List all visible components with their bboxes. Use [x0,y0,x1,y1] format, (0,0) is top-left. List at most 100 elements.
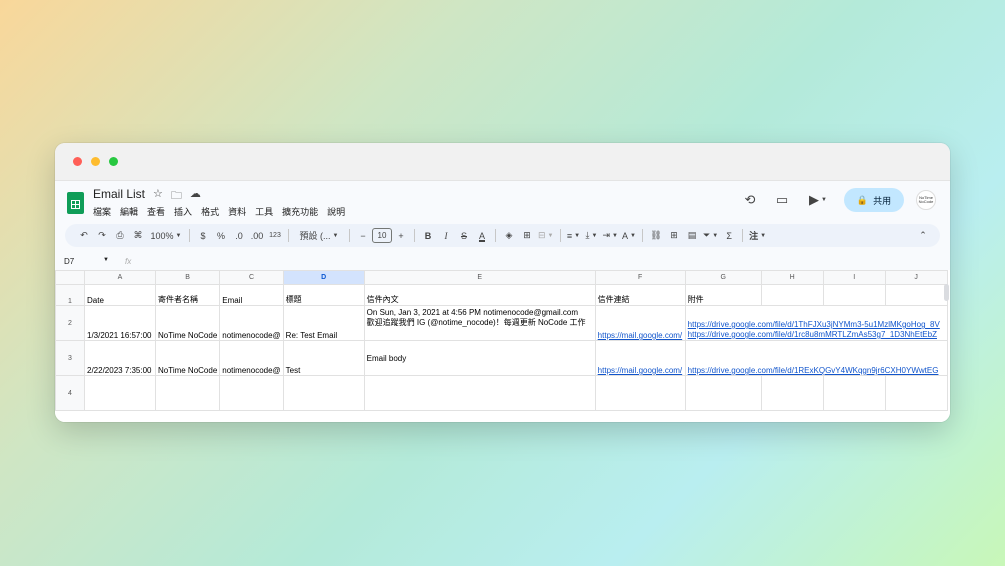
cell[interactable]: 2/22/2023 7:35:00 [84,340,156,376]
column-header-h[interactable]: H [760,270,824,285]
move-folder-icon[interactable]: 🗀 [171,187,182,206]
cell[interactable]: Email [219,284,284,306]
cell[interactable]: Test [282,340,365,376]
star-icon[interactable]: ☆ [153,187,163,206]
history-icon[interactable]: ⟲ [740,190,760,210]
spreadsheet-grid[interactable]: A B C D E F G H I J 1 Date 寄件者名稱 Email 標… [55,270,950,422]
cell[interactable]: 附件 [684,284,762,306]
text-rotation-icon[interactable]: A ▼ [620,227,638,245]
cell[interactable]: Re: Test Email [282,305,365,341]
zoom-select[interactable]: 100% ▼ [147,227,185,245]
cloud-status-icon[interactable]: ☁ [190,187,201,206]
cell[interactable]: 信件內文 [363,284,596,306]
fill-color-icon[interactable]: ◈ [500,227,518,245]
cell[interactable]: NoTime NoCode [154,305,221,341]
horizontal-align-icon[interactable]: ≡ ▼ [565,227,583,245]
cell[interactable]: NoTime NoCode [154,340,221,376]
print-icon[interactable]: ⎙ [111,227,129,245]
menu-edit[interactable]: 編輯 [120,205,138,218]
menu-format[interactable]: 格式 [201,205,219,218]
row-header[interactable]: 1 [55,284,85,306]
avatar[interactable]: NoTime NoCode [916,190,936,210]
column-header-b[interactable]: B [154,270,221,285]
cell-link[interactable]: https://mail.google.com/ [594,305,686,341]
font-size-input[interactable]: 10 [372,228,392,243]
menu-tools[interactable]: 工具 [255,205,273,218]
menu-extensions[interactable]: 擴充功能 [282,205,318,218]
cell[interactable] [884,375,948,411]
meet-icon[interactable]: ▶ ▼ [804,190,832,210]
attachment-link[interactable]: https://drive.google.com/file/d/1rc8u8mM… [688,330,945,340]
column-header-f[interactable]: F [594,270,686,285]
attachment-link[interactable]: https://drive.google.com/file/d/1ThFJXu3… [688,320,945,330]
cell[interactable] [822,284,886,306]
document-title[interactable]: Email List [93,187,145,201]
cell[interactable] [363,375,596,411]
bold-icon[interactable]: B [419,227,437,245]
row-header[interactable]: 4 [55,375,85,411]
menu-data[interactable]: 資料 [228,205,246,218]
cell[interactable]: 1/3/2021 16:57:00 [84,305,156,341]
maximize-window-button[interactable] [109,157,118,166]
input-tools-button[interactable]: 注 ▼ [747,227,768,245]
text-color-icon[interactable]: A [473,227,491,245]
percent-format-button[interactable]: % [212,227,230,245]
column-header-i[interactable]: I [822,270,886,285]
collapse-toolbar-icon[interactable]: ⌃ [914,227,932,245]
merge-cells-icon[interactable]: ⊟ ▼ [536,227,556,245]
menu-file[interactable]: 檔案 [93,205,111,218]
paint-format-icon[interactable]: ⌘ [129,227,147,245]
cell[interactable]: 信件連結 [594,284,686,306]
cell-link[interactable]: https://mail.google.com/ [594,340,686,376]
cell-link[interactable]: https://drive.google.com/file/d/1ThFJXu3… [684,305,948,341]
cell[interactable]: 寄件者名稱 [154,284,221,306]
filter-icon[interactable]: ⏷ ▼ [701,227,720,245]
menu-help[interactable]: 說明 [327,205,345,218]
insert-chart-icon[interactable]: ▤ [683,227,701,245]
cell[interactable] [594,375,686,411]
cell[interactable]: Date [84,284,156,306]
italic-icon[interactable]: I [437,227,455,245]
cell[interactable]: On Sun, Jan 3, 2021 at 4:56 PM notimenoc… [363,305,596,341]
borders-icon[interactable]: ⊞ [518,227,536,245]
font-size-decrease-button[interactable]: − [354,227,372,245]
currency-format-button[interactable]: $ [194,227,212,245]
undo-icon[interactable]: ↶ [75,227,93,245]
cell[interactable] [760,375,824,411]
column-header-a[interactable]: A [84,270,156,285]
cell[interactable]: 標題 [282,284,365,306]
column-header-c[interactable]: C [219,270,284,285]
cell[interactable] [884,284,948,306]
cell[interactable] [84,375,156,411]
strikethrough-icon[interactable]: S [455,227,473,245]
column-header-d[interactable]: D [282,270,365,285]
menu-view[interactable]: 查看 [147,205,165,218]
minimize-window-button[interactable] [91,157,100,166]
column-header-g[interactable]: G [684,270,762,285]
number-format-button[interactable]: 123 [266,227,284,245]
share-button[interactable]: 🔒 共用 [844,188,904,212]
row-header[interactable]: 2 [55,305,85,341]
cell[interactable]: Email body [363,340,596,376]
sheets-logo-icon[interactable] [67,192,84,214]
vertical-align-icon[interactable]: ⤓ ▼ [583,227,601,245]
insert-comment-icon[interactable]: ⊞ [665,227,683,245]
cell[interactable]: notimenocode@ [219,305,284,341]
cell[interactable]: notimenocode@ [219,340,284,376]
column-header-e[interactable]: E [363,270,596,285]
font-size-increase-button[interactable]: + [392,227,410,245]
cell[interactable] [154,375,221,411]
select-all-corner[interactable] [55,270,85,285]
cell[interactable] [822,375,886,411]
functions-icon[interactable]: Σ [720,227,738,245]
cell[interactable] [760,284,824,306]
increase-decimal-button[interactable]: .00 [248,227,266,245]
comments-icon[interactable]: ▭ [772,190,792,210]
insert-link-icon[interactable]: ⛓ [647,227,665,245]
text-wrap-icon[interactable]: ⇥ ▼ [601,227,621,245]
cell[interactable] [282,375,365,411]
decrease-decimal-button[interactable]: .0 [230,227,248,245]
cell[interactable] [684,375,762,411]
close-window-button[interactable] [73,157,82,166]
redo-icon[interactable]: ↷ [93,227,111,245]
